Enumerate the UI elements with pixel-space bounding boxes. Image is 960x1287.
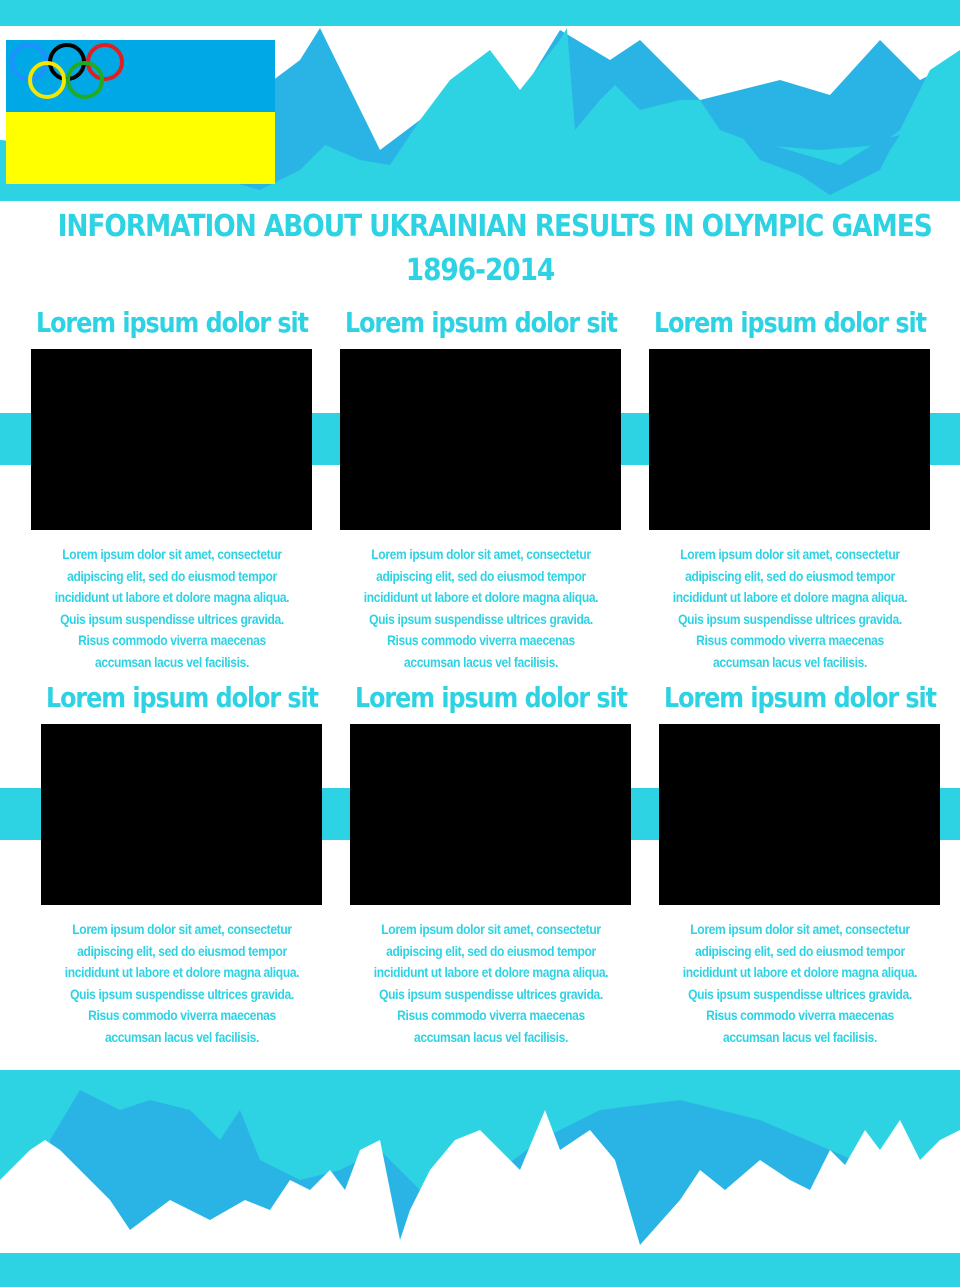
card-text-line: incididunt ut labore et dolore magna ali… bbox=[64, 964, 300, 981]
card-text-line: adipiscing elit, sed do eiusmod tempor bbox=[376, 567, 586, 584]
card-text-line: Lorem ipsum dolor sit amet, consectetur bbox=[371, 546, 591, 562]
ukrainian-flag-logo bbox=[6, 40, 275, 184]
card-text-line: Quis ipsum suspendisse ultrices gravida. bbox=[688, 985, 912, 1002]
card-heading: Lorem ipsum dolor sit bbox=[653, 306, 927, 339]
card-text-line: Lorem ipsum dolor sit amet, consectetur bbox=[680, 546, 900, 562]
card-text-line: accumsan lacus vel facilisis. bbox=[722, 1028, 877, 1045]
card-text-line: Lorem ipsum dolor sit amet, consectetur bbox=[381, 921, 601, 937]
card-text-line: Quis ipsum suspendisse ultrices gravida. bbox=[678, 610, 902, 627]
card-image-placeholder bbox=[340, 349, 621, 530]
card-text-line: incididunt ut labore et dolore magna ali… bbox=[672, 589, 908, 606]
card-heading: Lorem ipsum dolor sit bbox=[354, 681, 628, 714]
card-text-line: accumsan lacus vel facilisis. bbox=[403, 653, 558, 670]
card-heading: Lorem ipsum dolor sit bbox=[45, 681, 319, 714]
card-image-placeholder bbox=[350, 724, 631, 905]
info-card: Lorem ipsum dolor sit Lorem ipsum dolor … bbox=[350, 678, 632, 1045]
card-text-line: incididunt ut labore et dolore magna ali… bbox=[54, 589, 290, 606]
card-text-line: Risus commodo viverra maecenas bbox=[88, 1007, 276, 1024]
card-text-line: Risus commodo viverra maecenas bbox=[387, 632, 575, 649]
card-text-line: Lorem ipsum dolor sit amet, consectetur bbox=[62, 546, 282, 562]
info-card: Lorem ipsum dolor sit Lorem ipsum dolor … bbox=[340, 303, 622, 670]
card-text-line: adipiscing elit, sed do eiusmod tempor bbox=[67, 567, 277, 584]
bottom-mountain-banner bbox=[0, 1070, 960, 1253]
card-image-placeholder bbox=[31, 349, 312, 530]
card-text-line: accumsan lacus vel facilisis. bbox=[413, 1028, 568, 1045]
page-title-line-2: 1896-2014 bbox=[405, 253, 555, 288]
card-text: Lorem ipsum dolor sit amet, consectetur … bbox=[31, 919, 333, 1049]
card-text-line: Quis ipsum suspendisse ultrices gravida. bbox=[70, 985, 294, 1002]
card-text-line: accumsan lacus vel facilisis. bbox=[94, 653, 249, 670]
bottom-accent-bar bbox=[0, 1253, 960, 1287]
card-text: Lorem ipsum dolor sit amet, consectetur … bbox=[340, 919, 642, 1049]
info-card: Lorem ipsum dolor sit Lorem ipsum dolor … bbox=[659, 678, 941, 1045]
card-text-line: Risus commodo viverra maecenas bbox=[78, 632, 266, 649]
card-text-line: adipiscing elit, sed do eiusmod tempor bbox=[386, 942, 596, 959]
card-text: Lorem ipsum dolor sit amet, consectetur … bbox=[649, 919, 951, 1049]
card-text: Lorem ipsum dolor sit amet, consectetur … bbox=[639, 544, 941, 674]
card-text-line: Risus commodo viverra maecenas bbox=[696, 632, 884, 649]
card-text-line: Quis ipsum suspendisse ultrices gravida. bbox=[379, 985, 603, 1002]
card-text-line: incididunt ut labore et dolore magna ali… bbox=[682, 964, 918, 981]
page-title-line-1: INFORMATION ABOUT UKRAINIAN RESULTS IN O… bbox=[57, 209, 933, 244]
card-text-line: incididunt ut labore et dolore magna ali… bbox=[373, 964, 609, 981]
card-text-line: incididunt ut labore et dolore magna ali… bbox=[363, 589, 599, 606]
page-title: INFORMATION ABOUT UKRAINIAN RESULTS IN O… bbox=[57, 205, 933, 293]
card-image-placeholder bbox=[649, 349, 930, 530]
card-heading: Lorem ipsum dolor sit bbox=[35, 306, 309, 339]
card-text-line: Risus commodo viverra maecenas bbox=[397, 1007, 585, 1024]
card-text-line: Risus commodo viverra maecenas bbox=[706, 1007, 894, 1024]
olympic-rings-icon bbox=[10, 43, 124, 99]
card-text-line: Quis ipsum suspendisse ultrices gravida. bbox=[369, 610, 593, 627]
card-heading: Lorem ipsum dolor sit bbox=[663, 681, 937, 714]
card-text-line: accumsan lacus vel facilisis. bbox=[104, 1028, 259, 1045]
card-text-line: Lorem ipsum dolor sit amet, consectetur bbox=[72, 921, 292, 937]
card-text-line: adipiscing elit, sed do eiusmod tempor bbox=[695, 942, 905, 959]
info-card: Lorem ipsum dolor sit Lorem ipsum dolor … bbox=[31, 303, 313, 670]
info-card: Lorem ipsum dolor sit Lorem ipsum dolor … bbox=[649, 303, 931, 670]
card-text-line: Lorem ipsum dolor sit amet, consectetur bbox=[690, 921, 910, 937]
card-text-line: accumsan lacus vel facilisis. bbox=[712, 653, 867, 670]
card-image-placeholder bbox=[659, 724, 940, 905]
card-heading: Lorem ipsum dolor sit bbox=[344, 306, 618, 339]
card-text: Lorem ipsum dolor sit amet, consectetur … bbox=[21, 544, 323, 674]
card-text: Lorem ipsum dolor sit amet, consectetur … bbox=[330, 544, 632, 674]
card-image-placeholder bbox=[41, 724, 322, 905]
card-text-line: Quis ipsum suspendisse ultrices gravida. bbox=[60, 610, 284, 627]
card-text-line: adipiscing elit, sed do eiusmod tempor bbox=[685, 567, 895, 584]
info-card: Lorem ipsum dolor sit Lorem ipsum dolor … bbox=[41, 678, 323, 1045]
card-text-line: adipiscing elit, sed do eiusmod tempor bbox=[77, 942, 287, 959]
